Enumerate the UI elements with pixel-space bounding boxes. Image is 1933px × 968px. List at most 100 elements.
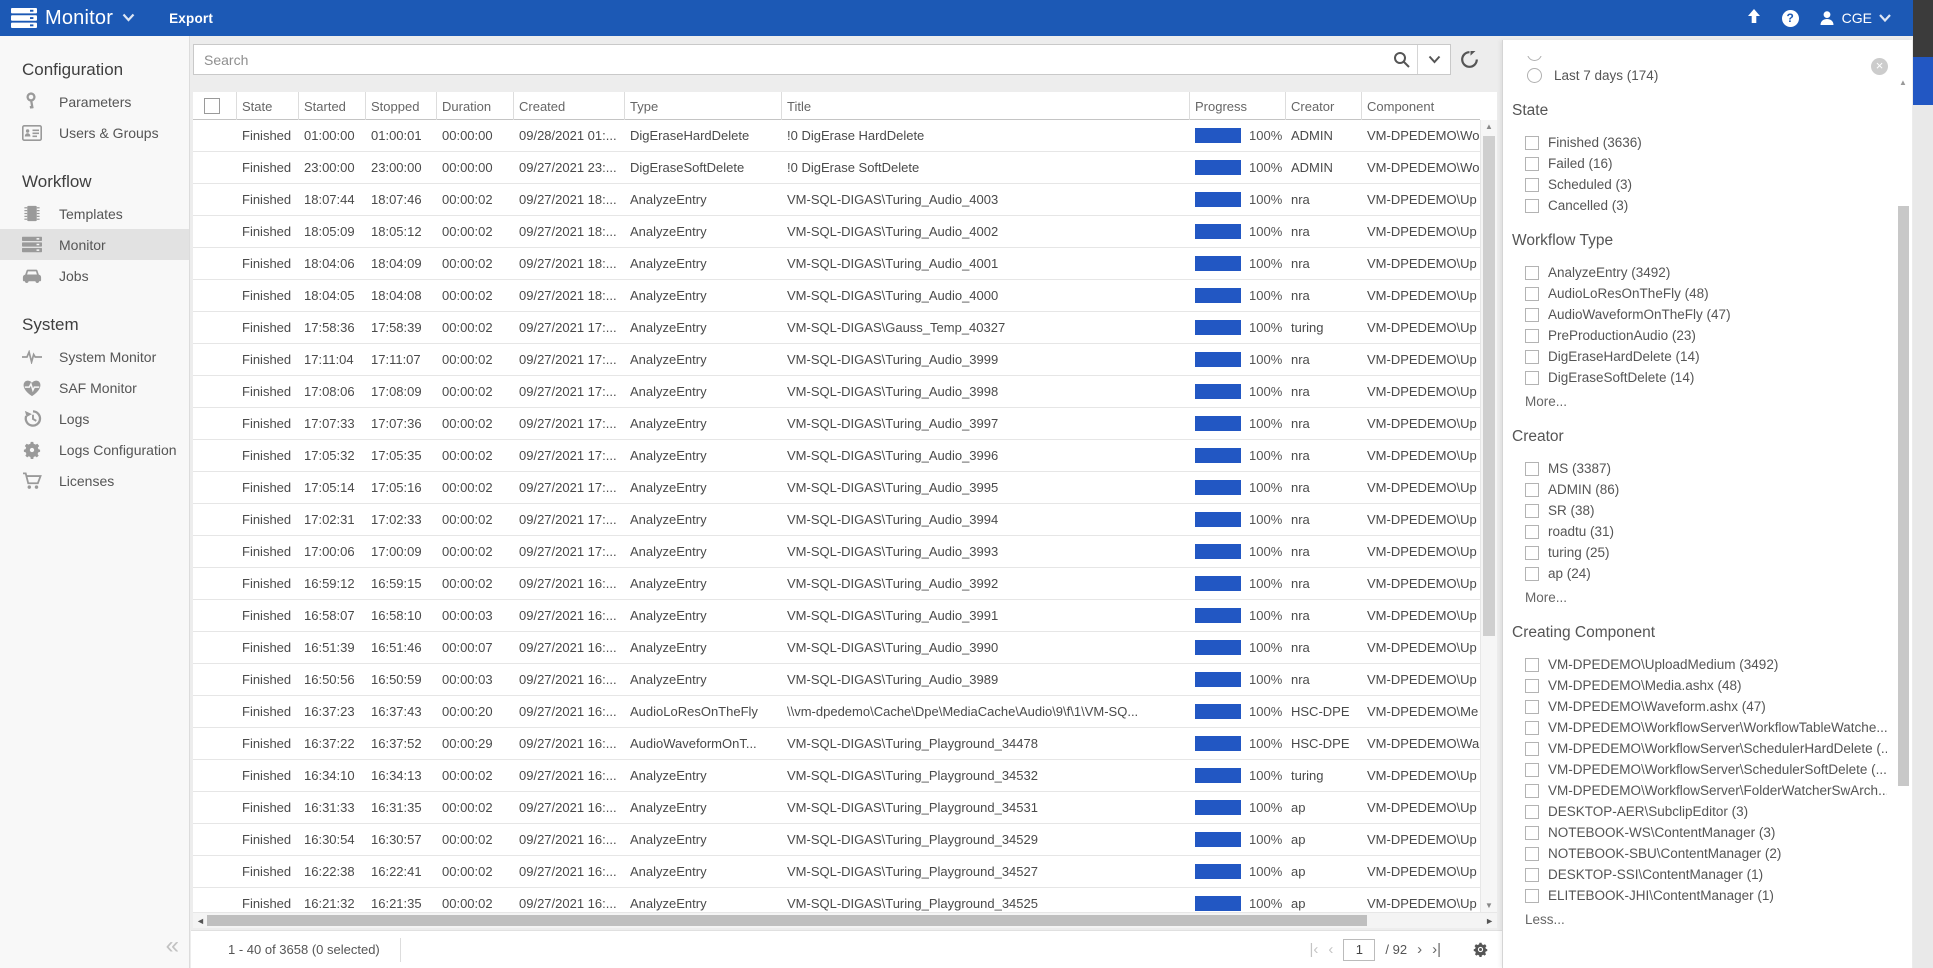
checkbox[interactable] [1525, 462, 1539, 476]
table-row[interactable]: Finished17:00:0617:00:0900:00:0209/27/20… [193, 536, 1480, 568]
table-row[interactable]: Finished17:05:1417:05:1600:00:0209/27/20… [193, 472, 1480, 504]
checkbox[interactable] [1525, 287, 1539, 301]
filter-option[interactable]: turing (25) [1503, 542, 1887, 563]
checkbox[interactable] [1525, 157, 1539, 171]
filter-option[interactable]: VM-DPEDEMO\Media.ashx (48) [1503, 675, 1887, 696]
checkbox[interactable] [1525, 679, 1539, 693]
checkbox[interactable] [1525, 658, 1539, 672]
scrollbar-thumb[interactable] [207, 915, 1367, 926]
filter-option[interactable]: Cancelled (3) [1503, 195, 1887, 216]
column-header-creator[interactable]: Creator [1286, 92, 1362, 120]
filter-option[interactable]: Failed (16) [1503, 153, 1887, 174]
filter-option[interactable]: DigEraseSoftDelete (14) [1503, 367, 1887, 388]
sidebar-collapse-button[interactable]: « [166, 932, 179, 960]
next-page-button[interactable]: › [1417, 941, 1422, 958]
search-icon[interactable] [1385, 45, 1417, 74]
table-row[interactable]: Finished17:02:3117:02:3300:00:0209/27/20… [193, 504, 1480, 536]
checkbox[interactable] [1525, 178, 1539, 192]
table-row[interactable]: Finished16:22:3816:22:4100:00:0209/27/20… [193, 856, 1480, 888]
column-header-component[interactable]: Component [1362, 92, 1480, 120]
sidebar-item-licenses[interactable]: Licenses [0, 465, 189, 496]
sidebar-item-system-monitor[interactable]: System Monitor [0, 341, 189, 372]
app-title[interactable]: Monitor [45, 7, 113, 30]
scroll-up-icon[interactable]: ▲ [1899, 78, 1907, 87]
sidebar-item-parameters[interactable]: Parameters [0, 86, 189, 117]
select-all-checkbox[interactable] [204, 98, 220, 114]
table-horizontal-scrollbar[interactable]: ◄ ► [193, 912, 1497, 928]
sidebar-item-templates[interactable]: Templates [0, 198, 189, 229]
table-row[interactable]: Finished18:04:0618:04:0900:00:0209/27/20… [193, 248, 1480, 280]
checkbox[interactable] [1525, 868, 1539, 882]
filter-option[interactable]: Finished (3636) [1503, 132, 1887, 153]
table-row[interactable]: Finished16:37:2316:37:4300:00:2009/27/20… [193, 696, 1480, 728]
sidebar-item-monitor[interactable]: Monitor [0, 229, 189, 260]
checkbox[interactable] [1525, 742, 1539, 756]
column-header-started[interactable]: Started [299, 92, 366, 120]
checkbox[interactable] [1525, 329, 1539, 343]
filter-option[interactable]: VM-DPEDEMO\WorkflowServer\SchedulerSoftD… [1503, 759, 1887, 780]
scrollbar-thumb[interactable] [1483, 136, 1495, 636]
column-header-type[interactable]: Type [625, 92, 782, 120]
help-icon[interactable]: ? [1782, 10, 1799, 27]
column-header-title[interactable]: Title [782, 92, 1190, 120]
filter-option[interactable]: AudioWaveformOnTheFly (47) [1503, 304, 1887, 325]
filter-option[interactable]: AudioLoResOnTheFly (48) [1503, 283, 1887, 304]
filter-option[interactable]: DESKTOP-SSI\ContentManager (1) [1503, 864, 1887, 885]
filter-option[interactable]: DigEraseHardDelete (14) [1503, 346, 1887, 367]
page-number-input[interactable] [1343, 939, 1375, 961]
table-row[interactable]: Finished16:58:0716:58:1000:00:0309/27/20… [193, 600, 1480, 632]
filter-option[interactable]: VM-DPEDEMO\Waveform.ashx (47) [1503, 696, 1887, 717]
page-scrollbar[interactable] [1913, 0, 1933, 968]
filter-option[interactable]: DESKTOP-AER\SubclipEditor (3) [1503, 801, 1887, 822]
filter-option[interactable]: roadtu (31) [1503, 521, 1887, 542]
sidebar-item-saf-monitor[interactable]: SAF Monitor [0, 372, 189, 403]
table-row[interactable]: Finished16:34:1016:34:1300:00:0209/27/20… [193, 760, 1480, 792]
filter-option[interactable]: VM-DPEDEMO\WorkflowServer\FolderWatcherS… [1503, 780, 1887, 801]
column-header-created[interactable]: Created [514, 92, 625, 120]
checkbox[interactable] [1525, 763, 1539, 777]
checkbox[interactable] [1525, 567, 1539, 581]
filter-option[interactable]: PreProductionAudio (23) [1503, 325, 1887, 346]
checkbox[interactable] [1525, 784, 1539, 798]
column-header-progress[interactable]: Progress [1190, 92, 1286, 120]
scroll-right-icon[interactable]: ► [1485, 916, 1494, 926]
table-row[interactable]: Finished17:08:0617:08:0900:00:0209/27/20… [193, 376, 1480, 408]
checkbox[interactable] [1525, 700, 1539, 714]
filter-option[interactable]: NOTEBOOK-WS\ContentManager (3) [1503, 822, 1887, 843]
checkbox[interactable] [1525, 889, 1539, 903]
show-less-link[interactable]: Less... [1503, 912, 1887, 930]
show-more-link[interactable]: More... [1503, 590, 1887, 608]
upload-arrow-icon[interactable] [1746, 8, 1762, 29]
search-options-chevron-icon[interactable] [1418, 45, 1450, 74]
previous-page-button[interactable]: ‹ [1328, 941, 1333, 958]
sidebar-item-users-groups[interactable]: Users & Groups [0, 117, 189, 148]
table-row[interactable]: Finished16:37:2216:37:5200:00:2909/27/20… [193, 728, 1480, 760]
sidebar-item-logs-configuration[interactable]: Logs Configuration [0, 434, 189, 465]
table-row[interactable]: Finished18:04:0518:04:0800:00:0209/27/20… [193, 280, 1480, 312]
checkbox[interactable] [1525, 826, 1539, 840]
checkbox[interactable] [1525, 504, 1539, 518]
checkbox[interactable] [1525, 350, 1539, 364]
sidebar-item-logs[interactable]: Logs [0, 403, 189, 434]
table-row[interactable]: Finished16:30:5416:30:5700:00:0209/27/20… [193, 824, 1480, 856]
filter-option[interactable]: Scheduled (3) [1503, 174, 1887, 195]
filter-option[interactable]: SR (38) [1503, 500, 1887, 521]
table-row[interactable]: Finished17:07:3317:07:3600:00:0209/27/20… [193, 408, 1480, 440]
table-row[interactable]: Finished16:59:1216:59:1500:00:0209/27/20… [193, 568, 1480, 600]
scroll-down-icon[interactable]: ▼ [1485, 901, 1493, 910]
date-filter-option[interactable] [1503, 56, 1887, 64]
filter-option[interactable]: MS (3387) [1503, 458, 1887, 479]
table-row[interactable]: Finished23:00:0023:00:0000:00:0009/27/20… [193, 152, 1480, 184]
column-header-state[interactable]: State [237, 92, 299, 120]
checkbox[interactable] [1525, 136, 1539, 150]
table-row[interactable]: Finished16:51:3916:51:4600:00:0709/27/20… [193, 632, 1480, 664]
filter-panel-scrollbar[interactable]: ▲ [1897, 78, 1910, 966]
scrollbar-thumb[interactable] [1913, 57, 1933, 105]
search-input[interactable] [194, 52, 1385, 68]
checkbox[interactable] [1525, 805, 1539, 819]
filter-option[interactable]: ap (24) [1503, 563, 1887, 584]
table-row[interactable]: Finished01:00:0001:00:0100:00:0009/28/20… [193, 120, 1480, 152]
date-filter-option[interactable]: Last 7 days (174) [1503, 64, 1887, 86]
table-settings-gear-icon[interactable] [1473, 942, 1488, 957]
table-vertical-scrollbar[interactable]: ▲ ▼ [1480, 120, 1497, 912]
